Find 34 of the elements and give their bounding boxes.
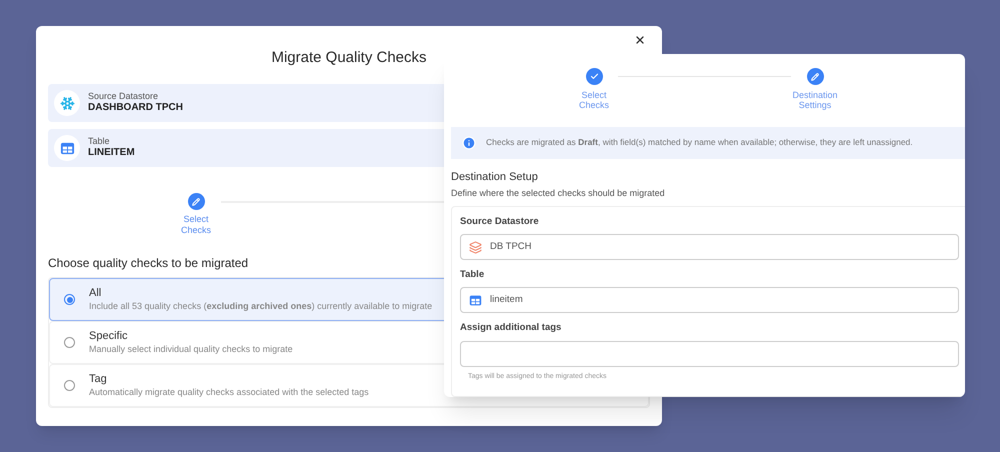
step-label: Select Checks bbox=[578, 90, 609, 110]
info-icon bbox=[462, 136, 476, 150]
option-description: Manually select individual quality checks to migrate bbox=[89, 344, 293, 355]
field-value: lineitem bbox=[490, 293, 523, 308]
step-label: Select Checks bbox=[180, 214, 211, 236]
dialog-title: Migrate Quality Checks bbox=[271, 48, 427, 68]
radio-button[interactable] bbox=[64, 337, 75, 348]
card-label: Table bbox=[88, 136, 111, 148]
card-value: DASHBOARD TPCH bbox=[88, 102, 183, 115]
section-subtitle: Define where the selected checks should be migrated bbox=[451, 187, 666, 200]
option-title: Tag bbox=[89, 373, 108, 387]
option-description: Include all 53 quality checks (excluding archived ones) currently available to migrate bbox=[89, 300, 432, 312]
info-text: Checks are migrated as Draft, with field(s) matched by name when available; otherwise, they are left unassigned. bbox=[486, 136, 913, 150]
field-value: DB TPCH bbox=[490, 240, 532, 254]
input-field[interactable]: DB TPCH bbox=[460, 234, 959, 260]
input-field[interactable]: lineitem bbox=[460, 287, 959, 314]
option-description: Automatically migrate quality checks associated with the selected tags bbox=[89, 386, 369, 398]
card-label: Source Datastore bbox=[88, 91, 160, 102]
section-heading: Destination Setup bbox=[451, 170, 539, 185]
table-icon bbox=[469, 294, 482, 307]
input-field[interactable] bbox=[460, 340, 959, 366]
section-heading: Choose quality checks to be migrated bbox=[48, 255, 250, 272]
radio-button[interactable] bbox=[64, 294, 75, 305]
table-icon bbox=[60, 140, 74, 156]
radio-button[interactable] bbox=[64, 380, 75, 391]
option-title: Specific bbox=[89, 330, 129, 344]
snowflake-icon bbox=[60, 96, 74, 110]
close-icon bbox=[634, 34, 646, 46]
field-label: Assign additional tags bbox=[460, 321, 562, 336]
card-value: LINEITEM bbox=[88, 147, 135, 160]
layers-icon bbox=[469, 240, 482, 254]
option-title: All bbox=[89, 287, 102, 301]
step-label: Destination Settings bbox=[792, 90, 838, 110]
field-label: Source Datastore bbox=[460, 214, 540, 229]
